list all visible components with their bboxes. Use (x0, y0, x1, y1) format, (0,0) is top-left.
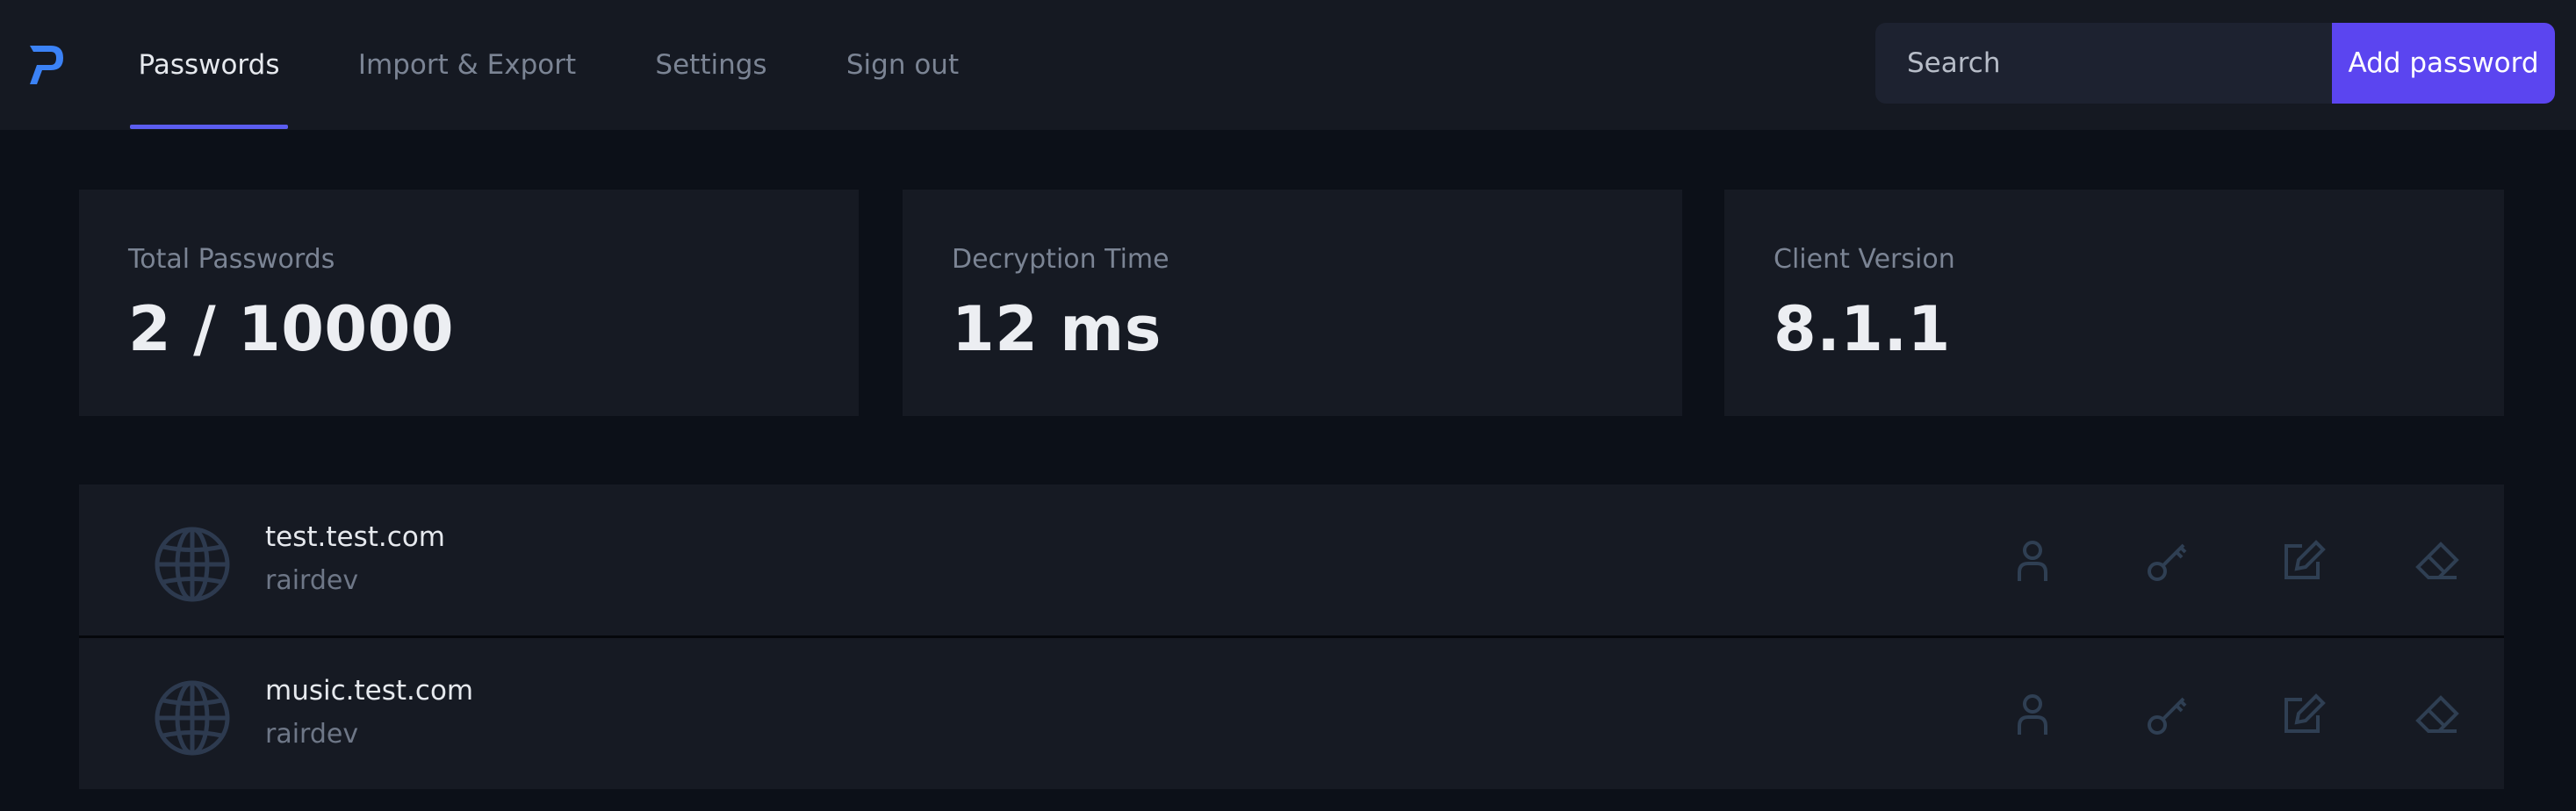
edit-button[interactable] (2277, 535, 2328, 586)
copy-password-button[interactable] (2142, 689, 2193, 740)
delete-icon (2415, 695, 2459, 733)
copy-username-icon (2018, 694, 2047, 735)
copy-password-icon (2148, 697, 2187, 735)
tab-import-export[interactable]: Import & Export (356, 0, 578, 130)
password-username: rairdev (265, 719, 359, 750)
edit-icon (2285, 693, 2326, 733)
edit-icon (2285, 540, 2326, 579)
stat-value: 8.1.1 (1774, 293, 1951, 365)
add-password-button[interactable]: Add password (2332, 23, 2555, 104)
password-row[interactable]: music.test.com rairdev (79, 638, 2504, 789)
stat-label: Decryption Time (952, 244, 1169, 275)
stat-card-total-passwords: Total Passwords 2 / 10000 (79, 190, 859, 416)
stat-value: 2 / 10000 (128, 293, 455, 365)
tab-sign-out[interactable]: Sign out (843, 0, 962, 130)
copy-username-icon (2018, 541, 2047, 581)
search-input[interactable] (1875, 23, 2332, 104)
password-website: music.test.com (265, 675, 474, 707)
globe-icon (155, 680, 230, 756)
tab-passwords[interactable]: Passwords (130, 0, 288, 130)
copy-password-button[interactable] (2142, 535, 2193, 586)
stat-card-decryption-time: Decryption Time 12 ms (903, 190, 1682, 416)
stat-value: 12 ms (952, 293, 1162, 365)
tab-settings[interactable]: Settings (651, 0, 771, 130)
delete-button[interactable] (2411, 689, 2462, 740)
stat-label: Client Version (1774, 244, 1955, 275)
password-row[interactable]: test.test.com rairdev (79, 484, 2504, 638)
password-website: test.test.com (265, 521, 445, 553)
brand-logo-icon[interactable] (25, 39, 67, 90)
stat-label: Total Passwords (128, 244, 335, 275)
delete-icon (2415, 542, 2459, 579)
edit-button[interactable] (2277, 689, 2328, 740)
copy-username-button[interactable] (2007, 535, 2058, 586)
password-username: rairdev (265, 565, 359, 596)
delete-button[interactable] (2411, 535, 2462, 586)
stat-card-client-version: Client Version 8.1.1 (1724, 190, 2504, 416)
active-tab-indicator (130, 125, 288, 129)
globe-icon (155, 527, 230, 602)
password-list: test.test.com rairdev music.test.com rai… (79, 484, 2504, 790)
copy-password-icon (2148, 543, 2187, 581)
copy-username-button[interactable] (2007, 689, 2058, 740)
top-navbar: Passwords Import & Export Settings Sign … (0, 0, 2576, 130)
